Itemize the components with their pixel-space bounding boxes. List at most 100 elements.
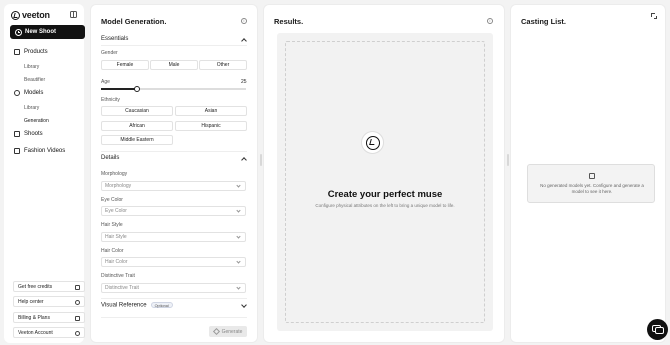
resize-handle[interactable] (506, 154, 509, 166)
chat-bubble-icon (655, 327, 664, 334)
card-icon (75, 315, 80, 321)
select-placeholder: Hair Color (105, 259, 128, 265)
morphology-label: Morphology (101, 171, 128, 177)
logo[interactable]: veeton (11, 10, 50, 20)
eye-color-select[interactable]: Eye Color (101, 206, 246, 216)
sidebar-toggle-icon[interactable] (70, 11, 77, 18)
sidebar: veeton New Shoot Products Library Beauti… (4, 4, 85, 343)
chat-button[interactable] (647, 319, 668, 340)
tag-icon (14, 49, 20, 55)
logo-mark (365, 135, 380, 150)
sidebar-item-models[interactable]: Models (14, 90, 43, 96)
optional-badge: Optional (150, 302, 173, 308)
ethnicity-label: Ethnicity (101, 97, 120, 103)
select-placeholder: Hair Style (105, 234, 127, 240)
select-placeholder: Morphology (105, 183, 132, 189)
plus-icon (15, 28, 22, 36)
resize-handle[interactable] (259, 154, 262, 166)
ethnicity-option-caucasian[interactable]: Caucasian (101, 106, 173, 116)
sidebar-sub-models-library[interactable]: Library (24, 105, 39, 111)
veeton-account-button[interactable]: Veeton Account (13, 327, 85, 338)
new-shoot-label: New Shoot (25, 29, 56, 35)
essentials-header[interactable]: Essentials (101, 36, 128, 42)
sidebar-sub-beautifier[interactable]: Beautifier (24, 77, 45, 83)
gender-option-male[interactable]: Male (150, 60, 198, 70)
select-placeholder: Distinctive Trait (105, 285, 139, 291)
generate-label: Generate (221, 328, 243, 335)
drop-area (285, 41, 485, 323)
panel-title: Results. (274, 17, 304, 26)
footer-label: Get free credits (18, 283, 53, 290)
footer-label: Billing & Plans (18, 314, 50, 321)
empty-state: No generated models yet. Configure and g… (527, 164, 655, 203)
new-shoot-button[interactable]: New Shoot (10, 25, 85, 39)
billing-plans-button[interactable]: Billing & Plans (13, 312, 85, 323)
image-icon (589, 173, 595, 179)
sidebar-sub-generation[interactable]: Generation (24, 118, 49, 124)
generate-button[interactable]: Generate (209, 326, 247, 337)
get-free-credits-button[interactable]: Get free credits (13, 281, 85, 292)
wand-icon (212, 327, 220, 336)
sidebar-item-label: Fashion Videos (24, 148, 66, 154)
sidebar-item-products[interactable]: Products (14, 49, 48, 55)
sidebar-item-label: Models (24, 90, 44, 96)
help-center-button[interactable]: Help center (13, 296, 85, 307)
results-canvas (277, 33, 493, 331)
distinctive-trait-select[interactable]: Distinctive Trait (101, 283, 246, 293)
age-slider[interactable] (101, 85, 246, 92)
hair-style-select[interactable]: Hair Style (101, 232, 246, 242)
ethnicity-option-asian[interactable]: Asian (175, 106, 247, 116)
help-icon (75, 299, 80, 305)
divider (101, 298, 247, 299)
gender-option-female[interactable]: Female (101, 60, 149, 70)
sidebar-sub-products-library[interactable]: Library (24, 64, 39, 70)
expand-icon[interactable] (651, 13, 657, 19)
chevron-down-icon (236, 208, 241, 213)
veeton-logo-icon (11, 10, 20, 20)
empty-state-text: No generated models yet. Configure and g… (540, 183, 644, 194)
footer-label: Help center (18, 298, 44, 305)
gender-option-other[interactable]: Other (199, 60, 247, 70)
chevron-down-icon (236, 234, 241, 239)
morphology-select[interactable]: Morphology (101, 181, 246, 191)
video-icon (14, 148, 20, 154)
logo-text: veeton (22, 10, 50, 20)
distinctive-trait-label: Distinctive Trait (101, 273, 135, 279)
age-label: Age (101, 79, 110, 85)
age-slider-thumb[interactable] (134, 85, 140, 92)
chevron-down-icon[interactable] (241, 302, 247, 308)
divider (101, 151, 247, 152)
chevron-down-icon (236, 285, 241, 290)
hair-color-select[interactable]: Hair Color (101, 257, 246, 267)
veeton-logo-icon (361, 131, 384, 154)
hair-style-label: Hair Style (101, 222, 123, 228)
hair-color-label: Hair Color (101, 248, 124, 254)
info-icon[interactable]: i (241, 18, 247, 24)
account-icon (75, 330, 80, 336)
results-panel: Results. i Create your perfect muse Conf… (263, 4, 505, 343)
chevron-up-icon[interactable] (241, 157, 247, 163)
panel-title: Casting List. (521, 17, 567, 26)
footer-label: Veeton Account (18, 329, 53, 336)
divider (101, 45, 247, 46)
sidebar-item-shoots[interactable]: Shoots (14, 131, 43, 137)
results-headline: Create your perfect muse (327, 189, 443, 200)
gender-label: Gender (101, 50, 118, 56)
visual-reference-header[interactable]: Visual Reference Optional (101, 302, 173, 309)
info-icon[interactable]: i (487, 18, 493, 24)
chevron-down-icon (236, 183, 241, 188)
gift-icon (75, 284, 80, 290)
age-slider-fill (101, 88, 137, 90)
details-header[interactable]: Details (101, 155, 119, 161)
ethnicity-option-hispanic[interactable]: Hispanic (175, 121, 247, 131)
casting-list-panel: Casting List. No generated models yet. C… (510, 4, 666, 343)
ethnicity-option-middle-eastern[interactable]: Middle Eastern (101, 135, 173, 145)
divider (101, 317, 247, 318)
results-subtext: Configure physical attributes on the lef… (315, 203, 455, 208)
panel-title: Model Generation. (101, 17, 167, 26)
sidebar-item-label: Products (24, 49, 48, 55)
ethnicity-option-african[interactable]: African (101, 121, 173, 131)
sidebar-item-fashion-videos[interactable]: Fashion Videos (14, 148, 65, 154)
select-placeholder: Eye Color (105, 208, 127, 214)
chevron-up-icon[interactable] (241, 38, 247, 44)
